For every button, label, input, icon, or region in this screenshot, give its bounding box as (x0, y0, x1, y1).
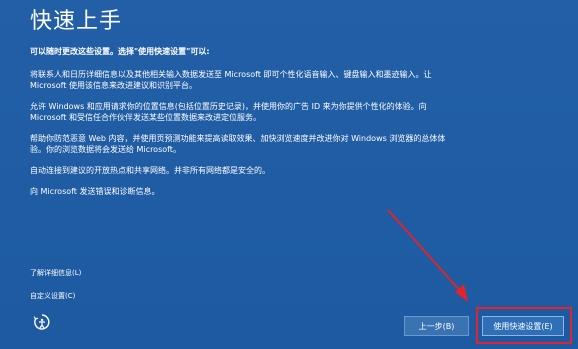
intro-text: 可以随时更改这些设置。选择"使用快速设置"可以: (30, 47, 210, 56)
back-button[interactable]: 上一步(B) (404, 316, 469, 336)
paragraph-browser: 帮助你防范恶意 Web 内容，并使用页预测功能来提高读取效果、加快浏览速度并改进… (30, 134, 446, 154)
ease-of-access-icon[interactable] (33, 313, 51, 331)
paragraph-personalization: 将联系人和日历详细信息以及其他相关输入数据发送至 Microsoft 即可个性化… (30, 70, 432, 90)
settings-description: 可以随时更改这些设置。选择"使用快速设置"可以: 将联系人和日历详细信息以及其他… (30, 46, 450, 207)
setup-screen: 快速上手 可以随时更改这些设置。选择"使用快速设置"可以: 将联系人和日历详细信… (0, 0, 578, 349)
paragraph-diagnostics: 向 Microsoft 发送错误和诊断信息。 (30, 187, 160, 196)
learn-more-link[interactable]: 了解详细信息(L) (30, 269, 81, 278)
paragraph-location: 允许 Windows 和应用请求你的位置信息(包括位置历史记录)，并使用你的广告… (30, 102, 427, 122)
customize-settings-link[interactable]: 自定义设置(C) (30, 292, 75, 301)
paragraph-hotspots: 自动连接到建议的开放热点和共享网络。并非所有网络都是安全的。 (30, 166, 270, 175)
annotation-highlight-box (476, 307, 572, 344)
page-title: 快速上手 (30, 9, 123, 34)
